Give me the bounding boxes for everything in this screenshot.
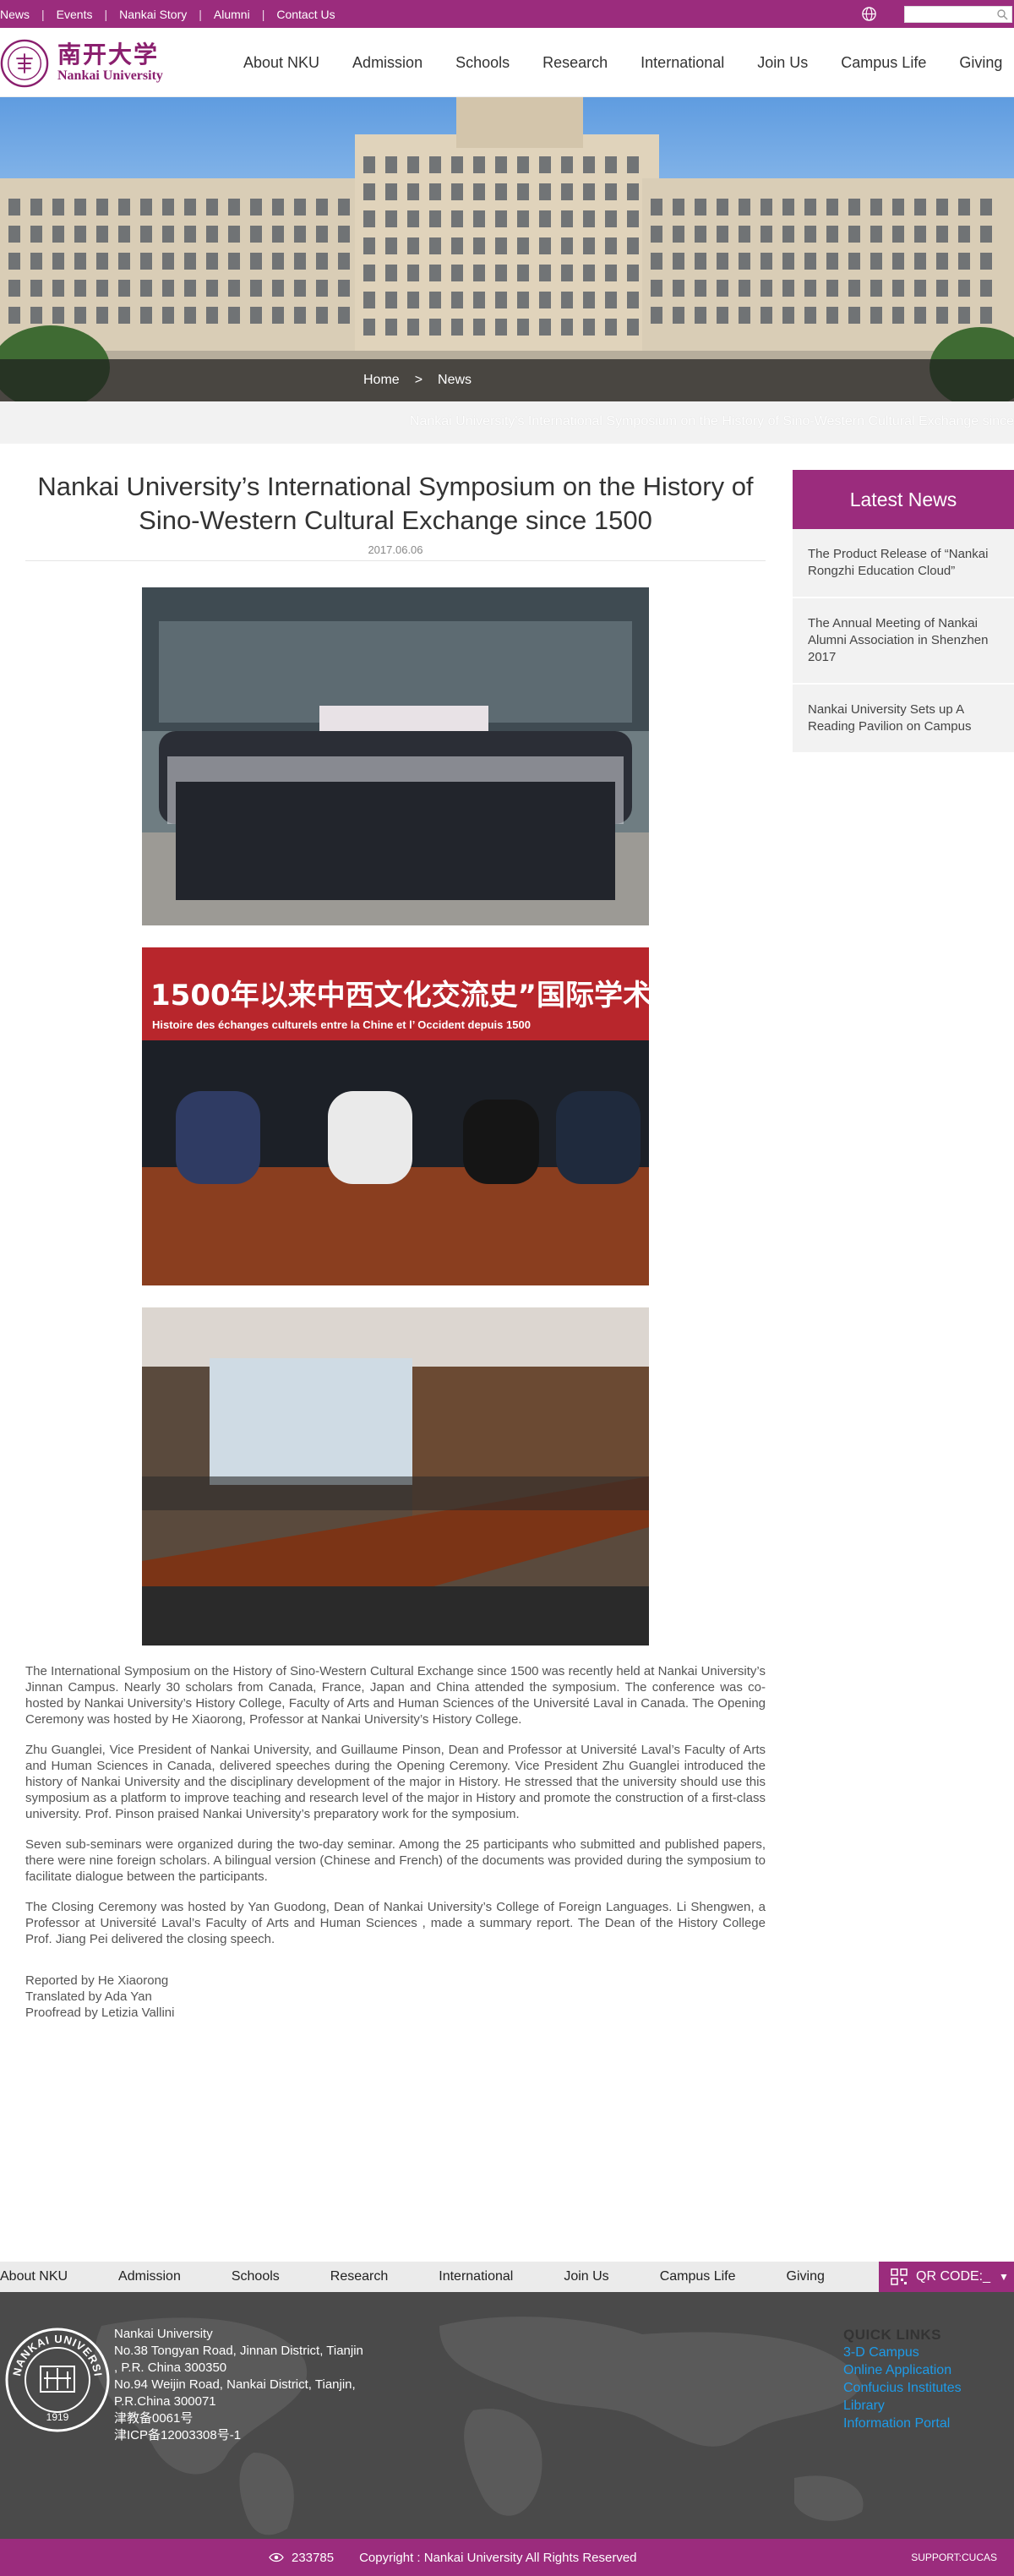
separator: | xyxy=(41,7,45,21)
article-date: 2017.06.06 xyxy=(368,543,423,556)
seal-year: 1919 xyxy=(46,2411,69,2423)
seal-text: NANKAI UNIVERSITY xyxy=(3,2326,105,2377)
qr-code-icon xyxy=(891,2268,908,2285)
footer-nav-schools[interactable]: Schools xyxy=(232,2269,280,2284)
quick-links: QUICK LINKS 3-D Campus Online Applicatio… xyxy=(843,2326,962,2432)
paragraph: The Closing Ceremony was hosted by Yan G… xyxy=(25,1900,766,1946)
svg-text:NANKAI UNIVERSITY: NANKAI UNIVERSITY xyxy=(3,2326,105,2377)
footer-main: NANKAI UNIVERSITY 1919 Nankai University… xyxy=(0,2292,1014,2539)
footer-address: Nankai University No.38 Tongyan Road, Ji… xyxy=(114,2326,363,2444)
footer-nav-giving[interactable]: Giving xyxy=(787,2269,825,2284)
latest-news-panel: Latest News The Product Release of “Nank… xyxy=(793,470,1014,754)
search-input[interactable] xyxy=(905,7,989,22)
footer-nav-admission[interactable]: Admission xyxy=(118,2269,181,2284)
banner-french-text: Histoire des échanges culturels entre la… xyxy=(152,1018,531,1031)
nav-research[interactable]: Research xyxy=(542,54,608,72)
visit-counter: 233785 xyxy=(292,2550,335,2565)
eye-icon xyxy=(269,2552,284,2562)
chevron-down-icon: ▼ xyxy=(999,2271,1009,2283)
top-link-events[interactable]: Events xyxy=(45,8,105,21)
article-body: The International Symposium on the Histo… xyxy=(25,1663,766,1962)
footer-bottom: 233785 Copyright : Nankai University All… xyxy=(0,2539,1014,2576)
address-line: No.94 Weijin Road, Nankai District, Tian… xyxy=(114,2377,356,2392)
address-line: P.R.China 300071 xyxy=(114,2394,216,2409)
seminar-photo xyxy=(142,1307,649,1645)
top-link-contact-us[interactable]: Contact Us xyxy=(264,8,346,21)
credit-reporter: Reported by He Xiaorong xyxy=(25,1973,169,1988)
nav-about-nku[interactable]: About NKU xyxy=(243,54,319,72)
nav-schools[interactable]: Schools xyxy=(455,54,510,72)
nav-admission[interactable]: Admission xyxy=(352,54,422,72)
nav-giving[interactable]: Giving xyxy=(959,54,1002,72)
search-box xyxy=(904,6,1012,23)
globe-icon[interactable] xyxy=(861,6,877,22)
breadcrumb-home[interactable]: Home xyxy=(363,373,400,388)
top-link-nankai-story[interactable]: Nankai Story xyxy=(107,8,199,21)
latest-news-item[interactable]: Nankai University Sets up A Reading Pavi… xyxy=(793,685,1014,754)
university-seal-footer-icon: NANKAI UNIVERSITY 1919 xyxy=(3,2326,110,2432)
site-header: 南开大学 Nankai University About NKU Admissi… xyxy=(0,28,1014,97)
university-seal-icon xyxy=(0,39,49,88)
separator: | xyxy=(199,7,202,21)
title-ribbon: Nankai University's International Sympos… xyxy=(0,401,1014,444)
ribbon-text: Nankai University's International Sympos… xyxy=(409,414,1014,428)
quick-link-confucius-institutes[interactable]: Confucius Institutes xyxy=(843,2379,962,2397)
divider xyxy=(25,560,766,561)
footer-nav-about-nku[interactable]: About NKU xyxy=(0,2269,68,2284)
footer-nav-join-us[interactable]: Join Us xyxy=(564,2269,608,2284)
address-line: No.38 Tongyan Road, Jinnan District, Tia… xyxy=(114,2344,363,2358)
breadcrumb-current: News xyxy=(438,373,472,387)
separator: | xyxy=(261,7,265,21)
quick-links-title: QUICK LINKS xyxy=(843,2327,941,2343)
top-links: News | Events | Nankai Story | Alumni | Cont… xyxy=(0,0,347,28)
article-credits: Reported by He Xiaorong Translated by Ad… xyxy=(25,1973,174,2021)
top-link-alumni[interactable]: Alumni xyxy=(202,8,262,21)
credit-translator: Translated by Ada Yan xyxy=(25,1989,152,2004)
footer-nav-research[interactable]: Research xyxy=(330,2269,388,2284)
quick-link-information-portal[interactable]: Information Portal xyxy=(843,2415,962,2432)
group-photo xyxy=(142,587,649,925)
footer-nav: About NKU Admission Schools Research Int… xyxy=(0,2262,1014,2292)
nav-campus-life[interactable]: Campus Life xyxy=(841,54,926,72)
qr-code-label: QR CODE:_ xyxy=(916,2269,991,2284)
banner-chinese-text: 1500年以来中西文化交流史”国际学术研讨会 xyxy=(150,979,649,1012)
search-icon[interactable] xyxy=(996,8,1008,20)
quick-link-library[interactable]: Library xyxy=(843,2397,962,2415)
paragraph: Seven sub-seminars were organized during… xyxy=(25,1837,766,1884)
logo-english-name: Nankai University xyxy=(57,68,163,83)
support-link[interactable]: SUPPORT:CUCAS xyxy=(911,2551,997,2563)
address-line: , P.R. China 300350 xyxy=(114,2360,227,2375)
ceremony-photo: 1500年以来中西文化交流史”国际学术研讨会 Histoire des écha… xyxy=(142,947,649,1285)
latest-news-item[interactable]: The Annual Meeting of Nankai Alumni Asso… xyxy=(793,598,1014,685)
breadcrumb-separator: > xyxy=(414,373,423,387)
footer-nav-campus-life[interactable]: Campus Life xyxy=(660,2269,736,2284)
quick-link-3d-campus[interactable]: 3-D Campus xyxy=(843,2344,962,2361)
paragraph: The International Symposium on the Histo… xyxy=(25,1664,766,1727)
top-bar: News | Events | Nankai Story | Alumni | Cont… xyxy=(0,0,1014,28)
article-title: Nankai University’s International Sympos… xyxy=(37,472,754,535)
quick-link-online-application[interactable]: Online Application xyxy=(843,2361,962,2379)
address-line: 津ICP备12003308号-1 xyxy=(114,2428,242,2442)
footer-nav-international[interactable]: International xyxy=(439,2269,513,2284)
banner-image xyxy=(0,97,1014,401)
qr-code-button[interactable]: QR CODE:_ ▼ xyxy=(879,2262,1014,2292)
nav-international[interactable]: International xyxy=(641,54,724,72)
breadcrumb: Home > News xyxy=(0,359,1014,401)
main-nav: About NKU Admission Schools Research Int… xyxy=(243,28,1014,97)
address-line: Nankai University xyxy=(114,2327,213,2341)
top-link-news[interactable]: News xyxy=(0,8,41,21)
credit-proofreader: Proofread by Letizia Vallini xyxy=(25,2006,175,2020)
paragraph: Zhu Guanglei, Vice President of Nankai U… xyxy=(25,1743,766,1821)
separator: | xyxy=(104,7,108,21)
address-line: 津教备0061号 xyxy=(114,2411,194,2426)
logo-chinese-name: 南开大学 xyxy=(57,41,160,68)
copyright: Copyright : Nankai University All Rights… xyxy=(359,2550,637,2565)
latest-news-item[interactable]: The Product Release of “Nankai Rongzhi E… xyxy=(793,529,1014,598)
site-logo[interactable]: 南开大学 Nankai University xyxy=(0,36,163,90)
latest-news-heading: Latest News xyxy=(793,470,1014,529)
main-building-illustration xyxy=(0,97,1014,401)
nav-join-us[interactable]: Join Us xyxy=(757,54,808,72)
